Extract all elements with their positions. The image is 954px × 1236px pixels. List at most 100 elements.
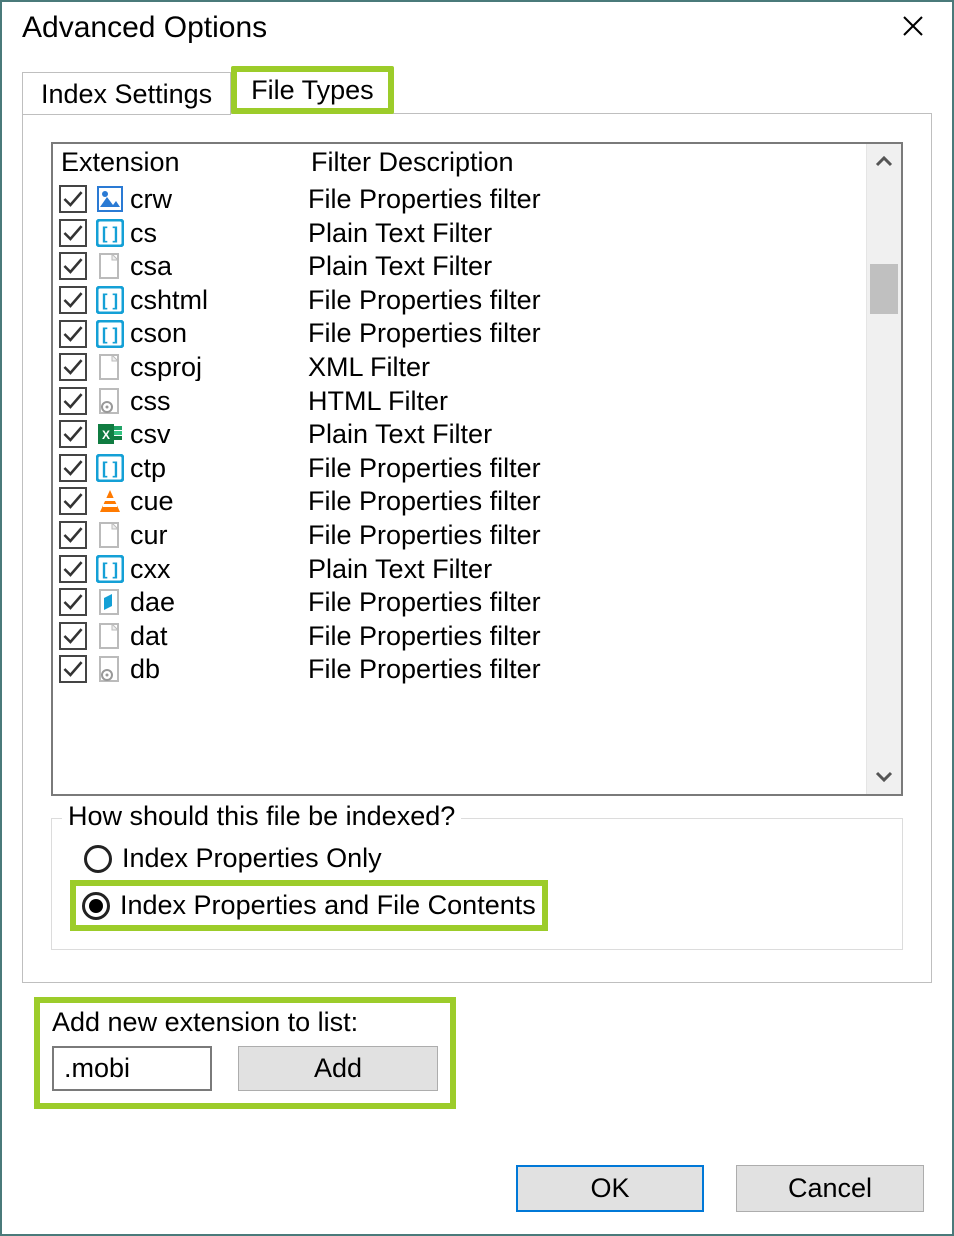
index-mode-legend: How should this file be indexed? — [62, 801, 461, 832]
blank-icon — [95, 520, 125, 550]
radio-properties-contents[interactable] — [82, 892, 110, 920]
file-type-row[interactable]: cxxPlain Text Filter — [53, 552, 866, 586]
index-mode-group: How should this file be indexed? Index P… — [51, 818, 903, 950]
file-type-checkbox[interactable] — [59, 622, 87, 650]
file-type-extension: dat — [130, 622, 308, 650]
file-type-row[interactable]: daeFile Properties filter — [53, 585, 866, 619]
file-type-filter: Plain Text Filter — [308, 555, 860, 583]
blank-icon — [95, 621, 125, 651]
file-type-checkbox[interactable] — [59, 320, 87, 348]
file-type-filter: HTML Filter — [308, 387, 860, 415]
file-type-row[interactable]: csonFile Properties filter — [53, 317, 866, 351]
file-type-filter: File Properties filter — [308, 454, 860, 482]
file-type-checkbox[interactable] — [59, 185, 87, 213]
chevron-up-icon — [875, 155, 893, 167]
column-header-extension[interactable]: Extension — [59, 148, 311, 176]
add-extension-section: Add new extension to list: Add — [34, 997, 920, 1109]
file-type-row[interactable]: crwFile Properties filter — [53, 182, 866, 216]
image-icon — [95, 184, 125, 214]
file-type-checkbox[interactable] — [59, 420, 87, 448]
add-extension-button[interactable]: Add — [238, 1046, 438, 1091]
window-title: Advanced Options — [22, 11, 267, 45]
scroll-thumb[interactable] — [870, 264, 898, 314]
file-type-row[interactable]: datFile Properties filter — [53, 619, 866, 653]
file-type-row[interactable]: curFile Properties filter — [53, 518, 866, 552]
file-type-filter: File Properties filter — [308, 185, 860, 213]
scroll-track[interactable] — [867, 178, 901, 760]
file-type-checkbox[interactable] — [59, 252, 87, 280]
file-type-filter: File Properties filter — [308, 319, 860, 347]
file-type-filter: Plain Text Filter — [308, 252, 860, 280]
file-type-row[interactable]: csaPlain Text Filter — [53, 250, 866, 284]
file-type-filter: XML Filter — [308, 353, 860, 381]
file-type-row[interactable]: cssHTML Filter — [53, 384, 866, 418]
doc3d-icon — [95, 587, 125, 617]
bracket-icon — [95, 554, 125, 584]
file-type-extension: crw — [130, 185, 308, 213]
file-type-row[interactable]: csPlain Text Filter — [53, 216, 866, 250]
file-type-checkbox[interactable] — [59, 588, 87, 616]
file-type-row[interactable]: cueFile Properties filter — [53, 485, 866, 519]
radio-properties-only[interactable] — [84, 845, 112, 873]
blank-icon — [95, 251, 125, 281]
file-type-extension: cshtml — [130, 286, 308, 314]
file-type-extension: cur — [130, 521, 308, 549]
bracket-icon — [95, 453, 125, 483]
file-type-checkbox[interactable] — [59, 353, 87, 381]
advanced-options-dialog: Advanced Options Index Settings File Typ… — [0, 0, 954, 1236]
bracket-icon — [95, 319, 125, 349]
file-type-filter: Plain Text Filter — [308, 420, 860, 448]
file-type-filter: File Properties filter — [308, 521, 860, 549]
file-type-row[interactable]: ctpFile Properties filter — [53, 451, 866, 485]
add-extension-label: Add new extension to list: — [52, 1007, 438, 1038]
add-extension-input[interactable] — [52, 1046, 212, 1091]
file-type-extension: db — [130, 655, 308, 683]
file-type-row[interactable]: cshtmlFile Properties filter — [53, 283, 866, 317]
file-type-checkbox[interactable] — [59, 454, 87, 482]
tab-index-settings[interactable]: Index Settings — [22, 72, 231, 115]
radio-label-properties-contents: Index Properties and File Contents — [120, 890, 536, 921]
file-type-extension: cs — [130, 219, 308, 247]
file-type-checkbox[interactable] — [59, 219, 87, 247]
file-type-extension: csproj — [130, 353, 308, 381]
file-type-checkbox[interactable] — [59, 286, 87, 314]
file-type-filter: File Properties filter — [308, 622, 860, 650]
file-type-row[interactable]: csprojXML Filter — [53, 350, 866, 384]
tab-file-types[interactable]: File Types — [231, 66, 394, 114]
file-type-checkbox[interactable] — [59, 387, 87, 415]
file-type-extension: css — [130, 387, 308, 415]
highlight-properties-and-contents: Index Properties and File Contents — [70, 880, 548, 931]
radio-row-properties-only[interactable]: Index Properties Only — [74, 837, 880, 880]
file-type-row[interactable]: dbFile Properties filter — [53, 653, 866, 687]
tab-container: Index Settings File Types Extension Filt… — [22, 66, 932, 983]
file-type-checkbox[interactable] — [59, 487, 87, 515]
list-header: Extension Filter Description — [53, 144, 866, 182]
close-button[interactable] — [894, 10, 932, 46]
file-type-extension: cue — [130, 487, 308, 515]
cone-icon — [95, 486, 125, 516]
file-type-checkbox[interactable] — [59, 655, 87, 683]
list-body: Extension Filter Description crwFile Pro… — [53, 144, 866, 794]
radio-label-properties-only: Index Properties Only — [122, 843, 382, 874]
file-type-filter: Plain Text Filter — [308, 219, 860, 247]
highlight-add-extension: Add new extension to list: Add — [34, 997, 456, 1109]
scroll-down[interactable] — [867, 760, 901, 794]
scroll-up[interactable] — [867, 144, 901, 178]
list-scrollbar[interactable] — [866, 144, 901, 794]
file-type-extension: cxx — [130, 555, 308, 583]
file-type-checkbox[interactable] — [59, 521, 87, 549]
file-type-checkbox[interactable] — [59, 555, 87, 583]
ok-button[interactable]: OK — [516, 1165, 704, 1212]
column-header-filter[interactable]: Filter Description — [311, 148, 860, 176]
close-icon — [902, 15, 924, 37]
file-type-extension: csa — [130, 252, 308, 280]
file-type-filter: File Properties filter — [308, 588, 860, 616]
file-type-row[interactable]: csvPlain Text Filter — [53, 418, 866, 452]
tab-page-file-types: Extension Filter Description crwFile Pro… — [22, 113, 932, 983]
file-type-extension: cson — [130, 319, 308, 347]
radio-row-properties-contents[interactable]: Index Properties and File Contents — [82, 888, 536, 923]
file-type-extension: dae — [130, 588, 308, 616]
file-type-filter: File Properties filter — [308, 655, 860, 683]
gear-icon — [95, 654, 125, 684]
cancel-button[interactable]: Cancel — [736, 1165, 924, 1212]
